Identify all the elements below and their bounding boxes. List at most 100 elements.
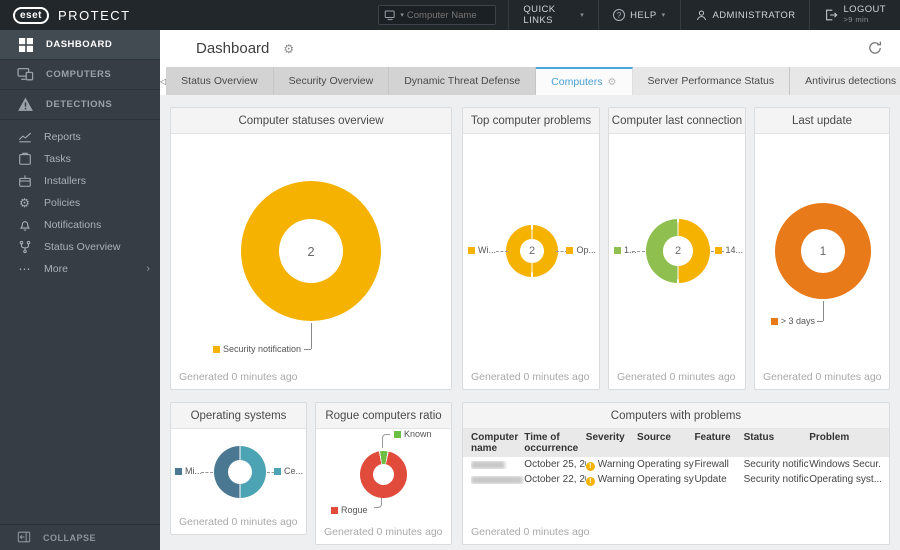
sidebar-item-computers[interactable]: COMPUTERS xyxy=(0,60,160,90)
legend-left: Mi... xyxy=(175,466,202,476)
help-label: HELP xyxy=(630,9,657,21)
tab-antivirus-detections[interactable]: Antivirus detections xyxy=(790,67,900,95)
policies-gear-icon: ⚙ xyxy=(19,196,30,210)
logout-icon xyxy=(824,8,838,22)
legend-swatch xyxy=(614,247,621,254)
warning-triangle-icon xyxy=(17,96,34,113)
generated-timestamp: Generated 0 minutes ago xyxy=(763,371,882,383)
sidebar-item-label: Status Overview xyxy=(44,241,121,253)
donut-computer-statuses[interactable] xyxy=(241,181,381,321)
legend-label: 1... xyxy=(624,245,637,255)
sidebar-item-policies[interactable]: ⚙ Policies xyxy=(0,192,160,214)
legend-swatch xyxy=(175,468,182,475)
tab-label: Computers xyxy=(551,76,603,88)
card-body: Computer name Time of occurrence Severit… xyxy=(463,429,889,544)
card-title: Computer statuses overview xyxy=(171,108,451,134)
donut-operating-systems[interactable] xyxy=(214,446,266,498)
legend-swatch xyxy=(331,507,338,514)
sidebar-subitems: Reports Tasks Installers ⚙ Policies Noti… xyxy=(0,120,160,280)
cell-time: October 22, 20... xyxy=(524,474,586,485)
tab-label: Antivirus detections xyxy=(805,75,897,87)
legend-label: Op... xyxy=(576,245,596,255)
sidebar-item-label: More xyxy=(44,263,68,275)
brand: eset PROTECT xyxy=(0,6,378,24)
card-title: Computer last connection xyxy=(609,108,745,134)
legend-label: Security notification xyxy=(222,344,301,354)
sidebar-item-label: Notifications xyxy=(44,219,102,231)
donut-last-update[interactable] xyxy=(775,203,871,299)
tab-computers[interactable]: Computers ⚙ xyxy=(536,67,633,95)
severity-label: Warning xyxy=(597,473,635,485)
callout-line xyxy=(304,349,311,350)
generated-timestamp: Generated 0 minutes ago xyxy=(179,371,298,383)
column-header: Feature xyxy=(694,432,731,443)
sidebar-item-dashboard[interactable]: DASHBOARD xyxy=(0,30,160,60)
donut-top-problems[interactable] xyxy=(506,225,558,277)
more-ellipsis-icon: ⋯ xyxy=(18,262,31,276)
user-icon xyxy=(695,9,708,22)
refresh-icon[interactable] xyxy=(867,40,883,56)
chevron-right-icon: › xyxy=(146,263,150,275)
sidebar-item-notifications[interactable]: Notifications xyxy=(0,214,160,236)
card-body: 2 Security notification Generated 0 minu… xyxy=(171,134,451,389)
legend-label: Wi... xyxy=(478,245,496,255)
tab-label: Server Performance Status xyxy=(647,75,775,87)
sidebar-item-tasks[interactable]: Tasks xyxy=(0,148,160,170)
sidebar-item-status-overview[interactable]: Status Overview xyxy=(0,236,160,258)
table-row[interactable]: October 25, 20... !Warning Operating sys… xyxy=(463,457,889,472)
donut-last-connection[interactable] xyxy=(646,219,710,283)
tab-dynamic-threat-defense[interactable]: Dynamic Threat Defense xyxy=(389,67,537,95)
tab-label: Dynamic Threat Defense xyxy=(404,75,521,87)
column-header: Problem xyxy=(809,432,850,443)
legend-known: Known xyxy=(394,429,432,439)
card-body: Mi... Ce... Generated 0 minutes ago xyxy=(171,429,306,534)
reports-chart-icon xyxy=(17,130,32,145)
tasks-clipboard-icon xyxy=(17,152,32,167)
cell-feature: Update xyxy=(694,474,727,485)
cell-time: October 25, 20... xyxy=(524,459,586,470)
redacted-computer-name xyxy=(471,475,523,484)
legend-left: Wi... xyxy=(468,245,496,255)
chevron-down-icon: ▾ xyxy=(661,12,666,19)
card-title: Operating systems xyxy=(171,403,306,429)
column-header: Source xyxy=(637,432,671,443)
sidebar-item-reports[interactable]: Reports xyxy=(0,126,160,148)
sidebar-item-installers[interactable]: Installers xyxy=(0,170,160,192)
user-label: ADMINISTRATOR xyxy=(712,9,796,21)
page-header: Dashboard ⚙ xyxy=(160,30,900,67)
dashboard-settings-gear-icon[interactable]: ⚙ xyxy=(283,42,294,56)
tab-server-performance-status[interactable]: Server Performance Status xyxy=(632,67,791,95)
tab-status-overview[interactable]: Status Overview xyxy=(166,67,274,95)
logout-button[interactable]: LOGOUT >9 min xyxy=(809,0,900,30)
card-title: Computers with problems xyxy=(463,403,889,429)
search-input[interactable] xyxy=(406,9,491,21)
legend-swatch xyxy=(212,346,220,353)
legend-right: Op... xyxy=(566,245,596,255)
cell-problem: Windows Secur... xyxy=(809,459,881,470)
sidebar-item-label: DETECTIONS xyxy=(46,99,113,110)
severity-label: Warning xyxy=(597,458,635,470)
user-menu[interactable]: ADMINISTRATOR xyxy=(679,0,810,30)
legend-label: Rogue xyxy=(341,505,368,515)
sidebar-item-label: Reports xyxy=(44,131,81,143)
table-row[interactable]: October 22, 20... !Warning Operating sys… xyxy=(463,472,889,487)
computer-search[interactable]: ▾ xyxy=(378,5,497,25)
sidebar-item-more[interactable]: ⋯ More › xyxy=(0,258,160,280)
card-title: Top computer problems xyxy=(463,108,599,134)
callout-dash xyxy=(632,251,645,252)
collapse-button[interactable]: COLLAPSE xyxy=(0,524,160,550)
tab-security-overview[interactable]: Security Overview xyxy=(273,67,390,95)
sidebar-item-detections[interactable]: DETECTIONS xyxy=(0,90,160,120)
donut-rogue-ratio[interactable] xyxy=(360,451,407,498)
quick-links-menu[interactable]: QUICK LINKS ▾ xyxy=(508,0,598,30)
cell-problem: Operating syst... xyxy=(809,474,881,485)
cell-feature: Firewall xyxy=(694,459,729,470)
notifications-bell-icon xyxy=(17,218,32,233)
search-scope-caret-icon[interactable]: ▾ xyxy=(400,11,404,19)
card-body: 1 > 3 days Generated 0 minutes ago xyxy=(755,134,889,389)
help-menu[interactable]: ? HELP ▾ xyxy=(598,0,679,30)
cell-severity: ! Warning xyxy=(585,473,637,486)
cell-status: Security notific... xyxy=(743,459,810,470)
tab-gear-icon[interactable]: ⚙ xyxy=(608,77,617,88)
card-operating-systems: Operating systems Mi... Ce... Generated … xyxy=(170,402,307,535)
